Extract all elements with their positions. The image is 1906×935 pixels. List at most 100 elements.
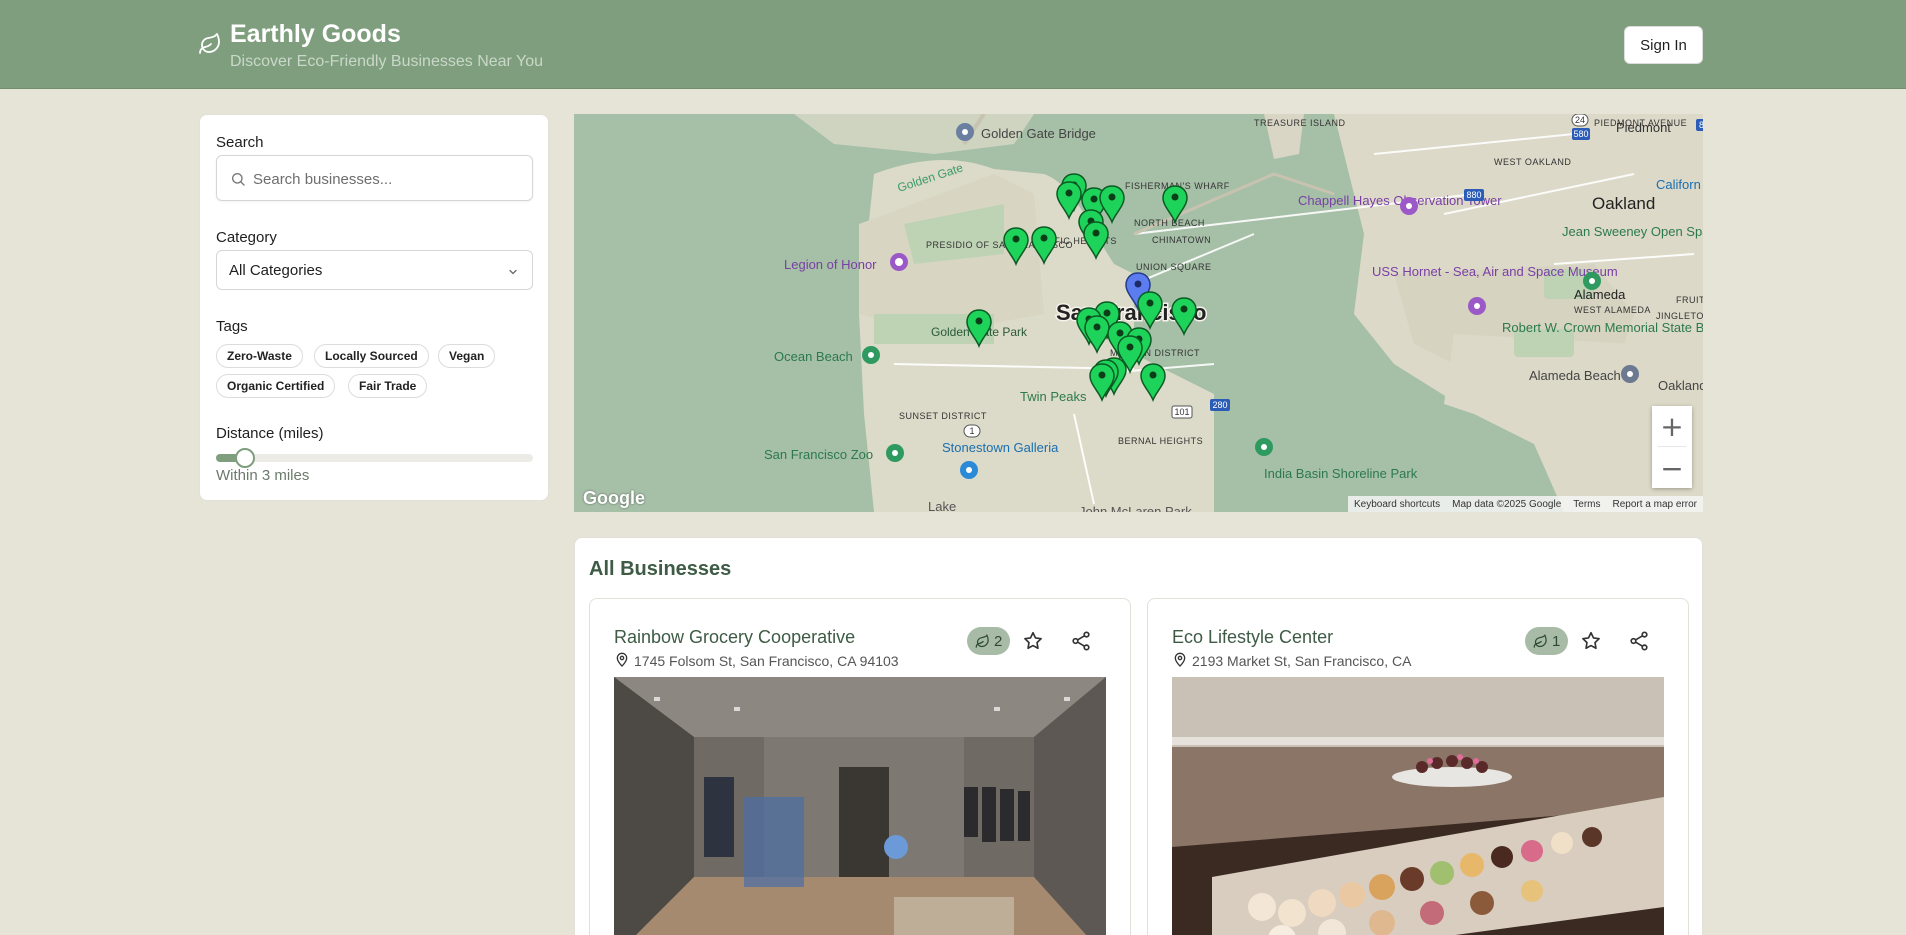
eco-score-count: 1 [1552, 632, 1561, 650]
filter-panel: Search Category All Categories Tags Zero… [199, 114, 549, 501]
category-label: Category [216, 229, 277, 246]
map-pin-icon [1174, 652, 1186, 667]
map-label-ocean-beach: Ocean Beach [774, 349, 853, 364]
bridge-icon [956, 123, 974, 141]
report-map-error-link[interactable]: Report a map error [1613, 499, 1697, 510]
leaf-icon [975, 633, 989, 648]
eco-score-badge: 1 [1525, 627, 1569, 655]
app-subtitle: Discover Eco-Friendly Businesses Near Yo… [230, 53, 544, 70]
highway-shield-80: 80 [1696, 119, 1703, 131]
tag-zero-waste[interactable]: Zero-Waste [216, 344, 303, 368]
clothing-store-photo [614, 677, 1106, 935]
map-label-oakland-right: Oakland [1658, 378, 1703, 393]
tags-label: Tags [216, 318, 248, 335]
map-data-text: Map data ©2025 Google [1452, 498, 1562, 510]
highway-shield-1: 1 [963, 424, 981, 438]
map-label-treasure-island: TREASURE ISLAND [1254, 118, 1346, 128]
map-label-north-beach: NORTH BEACH [1134, 218, 1205, 228]
tag-fair-trade[interactable]: Fair Trade [348, 374, 428, 398]
chevron-down-icon [509, 269, 517, 275]
map-canvas[interactable]: Golden Gate Bridge Golden Gate Legion of… [574, 114, 1703, 512]
star-icon[interactable] [1022, 630, 1044, 652]
map-label-golden-gate-bridge: Golden Gate Bridge [981, 126, 1096, 141]
app-header: Earthly Goods Discover Eco-Friendly Busi… [0, 0, 1906, 89]
zoom-divider [1658, 446, 1686, 447]
map-label-oakland: Oakland [1592, 194, 1655, 213]
business-card[interactable]: Rainbow Grocery Cooperative 1745 Folsom … [589, 598, 1131, 935]
tag-vegan[interactable]: Vegan [438, 344, 496, 368]
terms-link[interactable]: Terms [1573, 499, 1600, 510]
svg-text:101: 101 [1174, 407, 1189, 417]
distance-slider[interactable] [216, 448, 533, 468]
beach-icon [1621, 365, 1639, 383]
map-label-sunset-district: SUNSET DISTRICT [899, 411, 987, 421]
map-label-twin-peaks: Twin Peaks [1020, 389, 1087, 404]
highway-shield-24: 24 [1571, 114, 1589, 127]
business-address: 1745 Folsom St, San Francisco, CA 94103 [634, 653, 899, 669]
distance-value: Within 3 miles [216, 467, 310, 484]
park-icon [1583, 272, 1601, 290]
svg-text:1: 1 [969, 426, 974, 436]
highway-shield-101: 101 [1171, 405, 1193, 419]
business-photo[interactable] [1172, 677, 1664, 935]
leaf-icon [1533, 633, 1547, 648]
distance-slider-thumb[interactable] [235, 448, 255, 468]
park-icon [1255, 438, 1273, 456]
google-logo[interactable]: Google [583, 488, 645, 509]
map-label-bernal-heights: BERNAL HEIGHTS [1118, 436, 1203, 446]
map-label-chinatown: CHINATOWN [1152, 235, 1211, 245]
business-address: 2193 Market St, San Francisco, CA [1192, 653, 1412, 669]
app-title[interactable]: Earthly Goods [230, 20, 401, 49]
business-name[interactable]: Eco Lifestyle Center [1172, 627, 1333, 648]
bakery-display-photo [1172, 677, 1664, 935]
zoom-out-button[interactable]: − [1652, 448, 1692, 488]
sign-in-button[interactable]: Sign In [1624, 26, 1703, 64]
share-icon[interactable] [1628, 630, 1650, 652]
business-name[interactable]: Rainbow Grocery Cooperative [614, 627, 855, 648]
map-pin-icon [616, 652, 628, 667]
zoom-control: + − [1652, 406, 1692, 488]
map-label-jean-sweeney: Jean Sweeney Open Space Park [1562, 224, 1703, 239]
map-label-robert-crown: Robert W. Crown Memorial State Beach [1502, 320, 1703, 335]
share-icon[interactable] [1070, 630, 1092, 652]
park-icon [862, 346, 880, 364]
business-photo[interactable] [614, 677, 1106, 935]
map-label-stonestown: Stonestown Galleria [942, 440, 1059, 455]
museum-icon [1468, 297, 1486, 315]
search-field[interactable] [216, 155, 533, 201]
category-select-value: All Categories [229, 262, 323, 279]
map-label-west-alameda: WEST ALAMEDA [1574, 305, 1651, 315]
svg-text:24: 24 [1575, 115, 1585, 125]
map-attribution: Keyboard shortcuts Map data ©2025 Google… [1347, 496, 1703, 512]
eco-score-badge: 2 [967, 627, 1011, 655]
map-label-fruit: FRUIT [1676, 295, 1703, 305]
distance-label: Distance (miles) [216, 425, 324, 442]
search-input[interactable] [253, 168, 523, 190]
map-view[interactable]: Golden Gate Bridge Golden Gate Legion of… [574, 114, 1703, 512]
svg-text:280: 280 [1212, 400, 1227, 410]
highway-shield-280: 280 [1210, 399, 1230, 411]
map-label-alameda-beach: Alameda Beach [1529, 368, 1621, 383]
search-icon [232, 173, 245, 186]
museum-icon [890, 253, 908, 271]
map-label-lake: Lake [928, 499, 956, 512]
category-select[interactable]: All Categories [216, 250, 533, 290]
zoo-icon [886, 444, 904, 462]
tag-organic-certified[interactable]: Organic Certified [216, 374, 336, 398]
search-label: Search [216, 134, 264, 151]
eco-score-count: 2 [994, 632, 1003, 650]
museum-icon [1400, 197, 1418, 215]
map-label-john-mclaren: John McLaren Park [1079, 504, 1192, 512]
business-card[interactable]: Eco Lifestyle Center 2193 Market St, San… [1147, 598, 1689, 935]
svg-text:580: 580 [1573, 129, 1588, 139]
section-title: All Businesses [589, 558, 732, 580]
svg-text:80: 80 [1699, 120, 1703, 130]
star-icon[interactable] [1580, 630, 1602, 652]
zoom-in-button[interactable]: + [1652, 406, 1692, 446]
keyboard-shortcuts-link[interactable]: Keyboard shortcuts [1354, 499, 1440, 510]
svg-text:880: 880 [1466, 190, 1481, 200]
shopping-icon [960, 461, 978, 479]
map-label-california: Californ [1656, 177, 1701, 192]
tag-locally-sourced[interactable]: Locally Sourced [314, 344, 429, 368]
map-label-jingletown: JINGLETOWN [1656, 311, 1703, 321]
